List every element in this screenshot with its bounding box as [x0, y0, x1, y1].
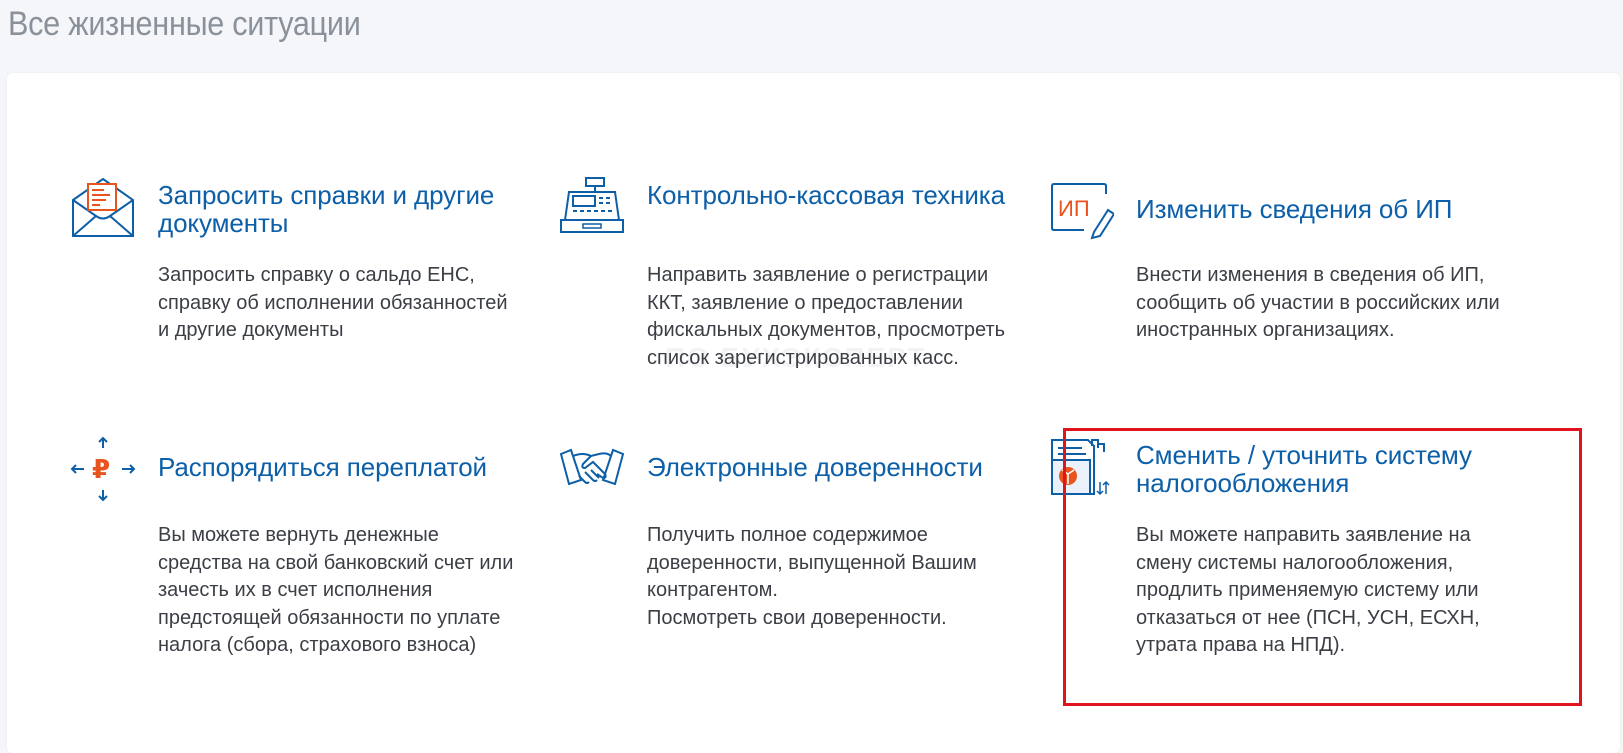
tile-title[interactable]: Электронные доверенности: [647, 453, 1047, 481]
tax-system-documents-icon: [1048, 436, 1114, 502]
tile-title[interactable]: Контрольно-кассовая техника: [647, 181, 1047, 209]
tile-request-certificates[interactable]: Запросить справки и другие документы Зап…: [70, 176, 510, 356]
ruble-arrows-icon: ₽: [70, 436, 136, 502]
tile-description: Вы можете направить заявление на смену с…: [1136, 524, 1480, 656]
tile-cash-register[interactable]: Контрольно-кассовая техника Направить за…: [559, 176, 1005, 376]
tile-title[interactable]: Сменить / уточнить систему налогообложен…: [1136, 441, 1536, 497]
tile-description: Направить заявление о регистрации ККТ, з…: [647, 264, 1006, 369]
ip-icon-text: ИП: [1058, 196, 1090, 221]
envelope-document-icon: [70, 176, 136, 242]
tile-description: Запросить справку о сальдо ЕНС, справку …: [158, 264, 508, 341]
tile-title[interactable]: Изменить сведения об ИП: [1136, 195, 1536, 223]
page-title: Все жизненные ситуации: [8, 5, 361, 43]
tile-title[interactable]: Запросить справки и другие документы: [158, 181, 558, 237]
tile-description: Получить полное содержимое доверенности,…: [647, 524, 977, 629]
tile-change-ip-info[interactable]: ИП Изменить сведения об ИП Внести измене…: [1048, 176, 1500, 356]
tile-electronic-power-of-attorney[interactable]: Электронные доверенности Получить полное…: [559, 436, 999, 636]
tile-change-tax-system[interactable]: Сменить / уточнить систему налогообложен…: [1048, 436, 1488, 666]
tile-description: Вы можете вернуть денежные средства на с…: [158, 524, 514, 656]
ruble-icon-text: ₽: [92, 455, 110, 485]
handshake-icon: [559, 436, 625, 502]
tile-overpayment[interactable]: ₽ Распорядиться переплатой Вы можете вер…: [70, 436, 513, 666]
ip-edit-icon: ИП: [1048, 180, 1114, 246]
tile-description: Внести изменения в сведения об ИП, сообщ…: [1136, 264, 1500, 341]
tile-title[interactable]: Распорядиться переплатой: [158, 453, 558, 481]
cash-register-icon: [559, 176, 625, 242]
